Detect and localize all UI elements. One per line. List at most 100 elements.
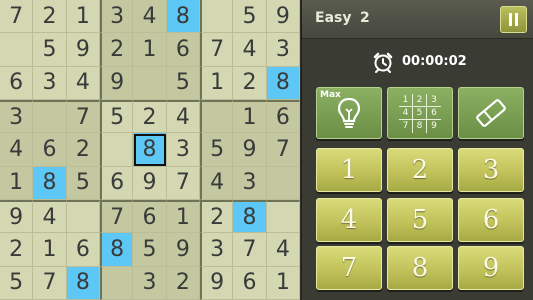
board-cell-r8-c6[interactable]: 9 <box>166 233 200 267</box>
board-cell-r9-c2[interactable]: 7 <box>33 266 67 300</box>
board-cell-r4-c5[interactable]: 2 <box>133 99 167 134</box>
keypad-digit: 3 <box>482 155 500 185</box>
board-cell-r1-c7[interactable] <box>199 0 234 34</box>
board-cell-r5-c3[interactable]: 2 <box>66 133 100 167</box>
board-cell-r1-c2[interactable]: 2 <box>33 0 67 34</box>
board-cell-r5-c4[interactable] <box>99 133 134 167</box>
keypad-button-1[interactable]: 1 <box>316 148 382 192</box>
board-cell-r6-c8[interactable]: 3 <box>233 166 267 200</box>
notes-grid-digit: 2 <box>413 93 427 107</box>
board-cell-r2-c4[interactable]: 2 <box>99 33 134 67</box>
board-cell-r2-c3[interactable]: 9 <box>66 33 100 67</box>
board-cell-r1-c6[interactable]: 8 <box>166 0 200 34</box>
board-cell-r6-c3[interactable]: 5 <box>66 166 100 200</box>
board-cell-r2-c8[interactable]: 4 <box>233 33 267 67</box>
board-cell-r5-c8[interactable]: 9 <box>233 133 267 167</box>
board-cell-r4-c9[interactable]: 6 <box>266 99 300 134</box>
board-cell-r9-c3[interactable]: 8 <box>66 266 100 300</box>
board-cell-r9-c5[interactable]: 3 <box>133 266 167 300</box>
board-cell-r6-c6[interactable]: 7 <box>166 166 200 200</box>
board-cell-r6-c1[interactable]: 1 <box>0 166 34 200</box>
board-cell-r8-c3[interactable]: 6 <box>66 233 100 267</box>
board-cell-r7-c7[interactable]: 2 <box>199 199 234 234</box>
keypad-button-7[interactable]: 7 <box>316 246 382 290</box>
max-hint-button[interactable]: Max <box>316 87 382 139</box>
board-cell-r1-c3[interactable]: 1 <box>66 0 100 34</box>
board-cell-r1-c9[interactable]: 9 <box>266 0 300 34</box>
keypad-button-6[interactable]: 6 <box>458 198 524 242</box>
eraser-button[interactable] <box>458 87 524 139</box>
board-cell-r7-c6[interactable]: 1 <box>166 199 200 234</box>
board-cell-r9-c6[interactable]: 2 <box>166 266 200 300</box>
board-cell-r9-c8[interactable]: 6 <box>233 266 267 300</box>
board-cell-r2-c5[interactable]: 1 <box>133 33 167 67</box>
board-cell-r8-c7[interactable]: 3 <box>199 233 234 267</box>
keypad-button-3[interactable]: 3 <box>458 148 524 192</box>
board-cell-r5-c9[interactable]: 7 <box>266 133 300 167</box>
board-cell-r1-c4[interactable]: 3 <box>99 0 134 34</box>
board-cell-r6-c4[interactable]: 6 <box>99 166 134 200</box>
notes-toggle-button[interactable]: 123 456 789 <box>387 87 453 139</box>
board-cell-r7-c3[interactable] <box>66 199 100 234</box>
board-cell-r8-c9[interactable]: 4 <box>266 233 300 267</box>
board-cell-r4-c8[interactable]: 1 <box>233 99 267 134</box>
keypad-button-9[interactable]: 9 <box>458 246 524 290</box>
board-cell-r6-c7[interactable]: 4 <box>199 166 234 200</box>
keypad-button-8[interactable]: 8 <box>387 246 453 290</box>
board-cell-r7-c5[interactable]: 6 <box>133 199 167 234</box>
keypad-digit: 4 <box>340 205 358 235</box>
board-cell-r5-c7[interactable]: 5 <box>199 133 234 167</box>
board-cell-r6-c5[interactable]: 9 <box>133 166 167 200</box>
board-cell-r2-c9[interactable]: 3 <box>266 33 300 67</box>
board-cell-r3-c9[interactable]: 8 <box>266 66 300 100</box>
board-cell-r8-c2[interactable]: 1 <box>33 233 67 267</box>
board-cell-r3-c5[interactable] <box>133 66 167 100</box>
board-cell-r4-c2[interactable] <box>33 99 67 134</box>
board-cell-r7-c4[interactable]: 7 <box>99 199 134 234</box>
board-cell-r6-c9[interactable] <box>266 166 300 200</box>
board-cell-r1-c8[interactable]: 5 <box>233 0 267 34</box>
board-cell-r7-c2[interactable]: 4 <box>33 199 67 234</box>
board-cell-r2-c1[interactable] <box>0 33 34 67</box>
board-cell-r5-c1[interactable]: 4 <box>0 133 34 167</box>
board-cell-r4-c1[interactable]: 3 <box>0 99 34 134</box>
board-cell-r9-c7[interactable]: 9 <box>199 266 234 300</box>
board-cell-r3-c8[interactable]: 2 <box>233 66 267 100</box>
board-cell-r6-c2[interactable]: 8 <box>33 166 67 200</box>
board-cell-r4-c4[interactable]: 5 <box>99 99 134 134</box>
board-cell-r5-c6[interactable]: 3 <box>166 133 200 167</box>
board-cell-r3-c2[interactable]: 3 <box>33 66 67 100</box>
board-cell-r4-c6[interactable]: 4 <box>166 99 200 134</box>
board-cell-r9-c4[interactable] <box>99 266 134 300</box>
board-cell-r5-c2[interactable]: 6 <box>33 133 67 167</box>
board-cell-r8-c4[interactable]: 8 <box>99 233 134 267</box>
board-cell-r7-c1[interactable]: 9 <box>0 199 34 234</box>
board-cell-r5-c5[interactable]: 8 <box>133 133 167 167</box>
board-cell-r2-c2[interactable]: 5 <box>33 33 67 67</box>
keypad-button-2[interactable]: 2 <box>387 148 453 192</box>
board-cell-r8-c1[interactable]: 2 <box>0 233 34 267</box>
pause-button[interactable] <box>500 6 527 33</box>
max-label: Max <box>320 90 341 100</box>
board-cell-r7-c8[interactable]: 8 <box>233 199 267 234</box>
board-cell-r2-c6[interactable]: 6 <box>166 33 200 67</box>
board-cell-r8-c5[interactable]: 5 <box>133 233 167 267</box>
board-cell-r3-c1[interactable]: 6 <box>0 66 34 100</box>
notes-grid-icon: 123 456 789 <box>399 93 441 133</box>
board-cell-r2-c7[interactable]: 7 <box>199 33 234 67</box>
keypad-button-4[interactable]: 4 <box>316 198 382 242</box>
board-cell-r4-c3[interactable]: 7 <box>66 99 100 134</box>
board-cell-r9-c9[interactable]: 1 <box>266 266 300 300</box>
board-cell-r8-c8[interactable]: 7 <box>233 233 267 267</box>
board-cell-r7-c9[interactable] <box>266 199 300 234</box>
keypad-button-5[interactable]: 5 <box>387 198 453 242</box>
board-cell-r9-c1[interactable]: 5 <box>0 266 34 300</box>
board-cell-r3-c7[interactable]: 1 <box>199 66 234 100</box>
board-cell-r1-c5[interactable]: 4 <box>133 0 167 34</box>
board-cell-r3-c6[interactable]: 5 <box>166 66 200 100</box>
board-cell-r1-c1[interactable]: 7 <box>0 0 34 34</box>
board-cell-r3-c3[interactable]: 4 <box>66 66 100 100</box>
board-cell-r4-c7[interactable] <box>199 99 234 134</box>
keypad-digit: 2 <box>411 155 429 185</box>
board-cell-r3-c4[interactable]: 9 <box>99 66 134 100</box>
